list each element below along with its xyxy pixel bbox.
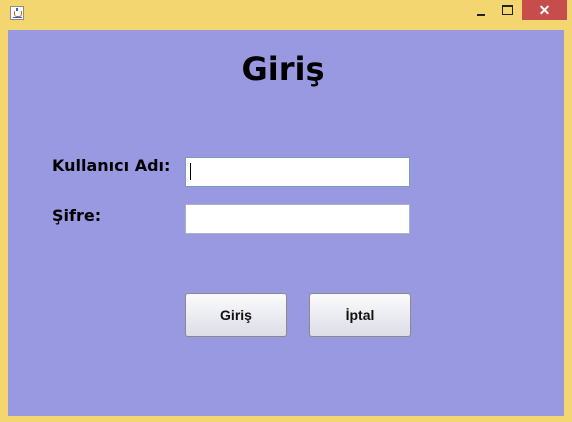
page-title: Giriş: [241, 50, 325, 88]
close-icon: ✕: [538, 2, 551, 18]
minimize-icon: [476, 13, 485, 16]
password-label: Şifre:: [52, 206, 102, 225]
password-input[interactable]: [185, 204, 410, 234]
cancel-button[interactable]: İptal: [309, 293, 411, 337]
app-window: ✕ Giriş Kullanıcı Adı: Şifre: Giriş İpta…: [0, 0, 572, 422]
login-button[interactable]: Giriş: [185, 293, 287, 337]
maximize-icon: [502, 5, 513, 15]
username-label: Kullanıcı Adı:: [52, 156, 171, 175]
close-button[interactable]: ✕: [522, 0, 567, 20]
login-panel: Giriş Kullanıcı Adı: Şifre: Giriş İptal: [8, 30, 564, 416]
text-cursor: [190, 163, 191, 180]
username-input[interactable]: [185, 157, 410, 187]
minimize-button[interactable]: [467, 0, 494, 20]
maximize-button[interactable]: [494, 0, 521, 20]
title-bar[interactable]: ✕: [0, 0, 572, 26]
java-icon: [10, 6, 24, 20]
